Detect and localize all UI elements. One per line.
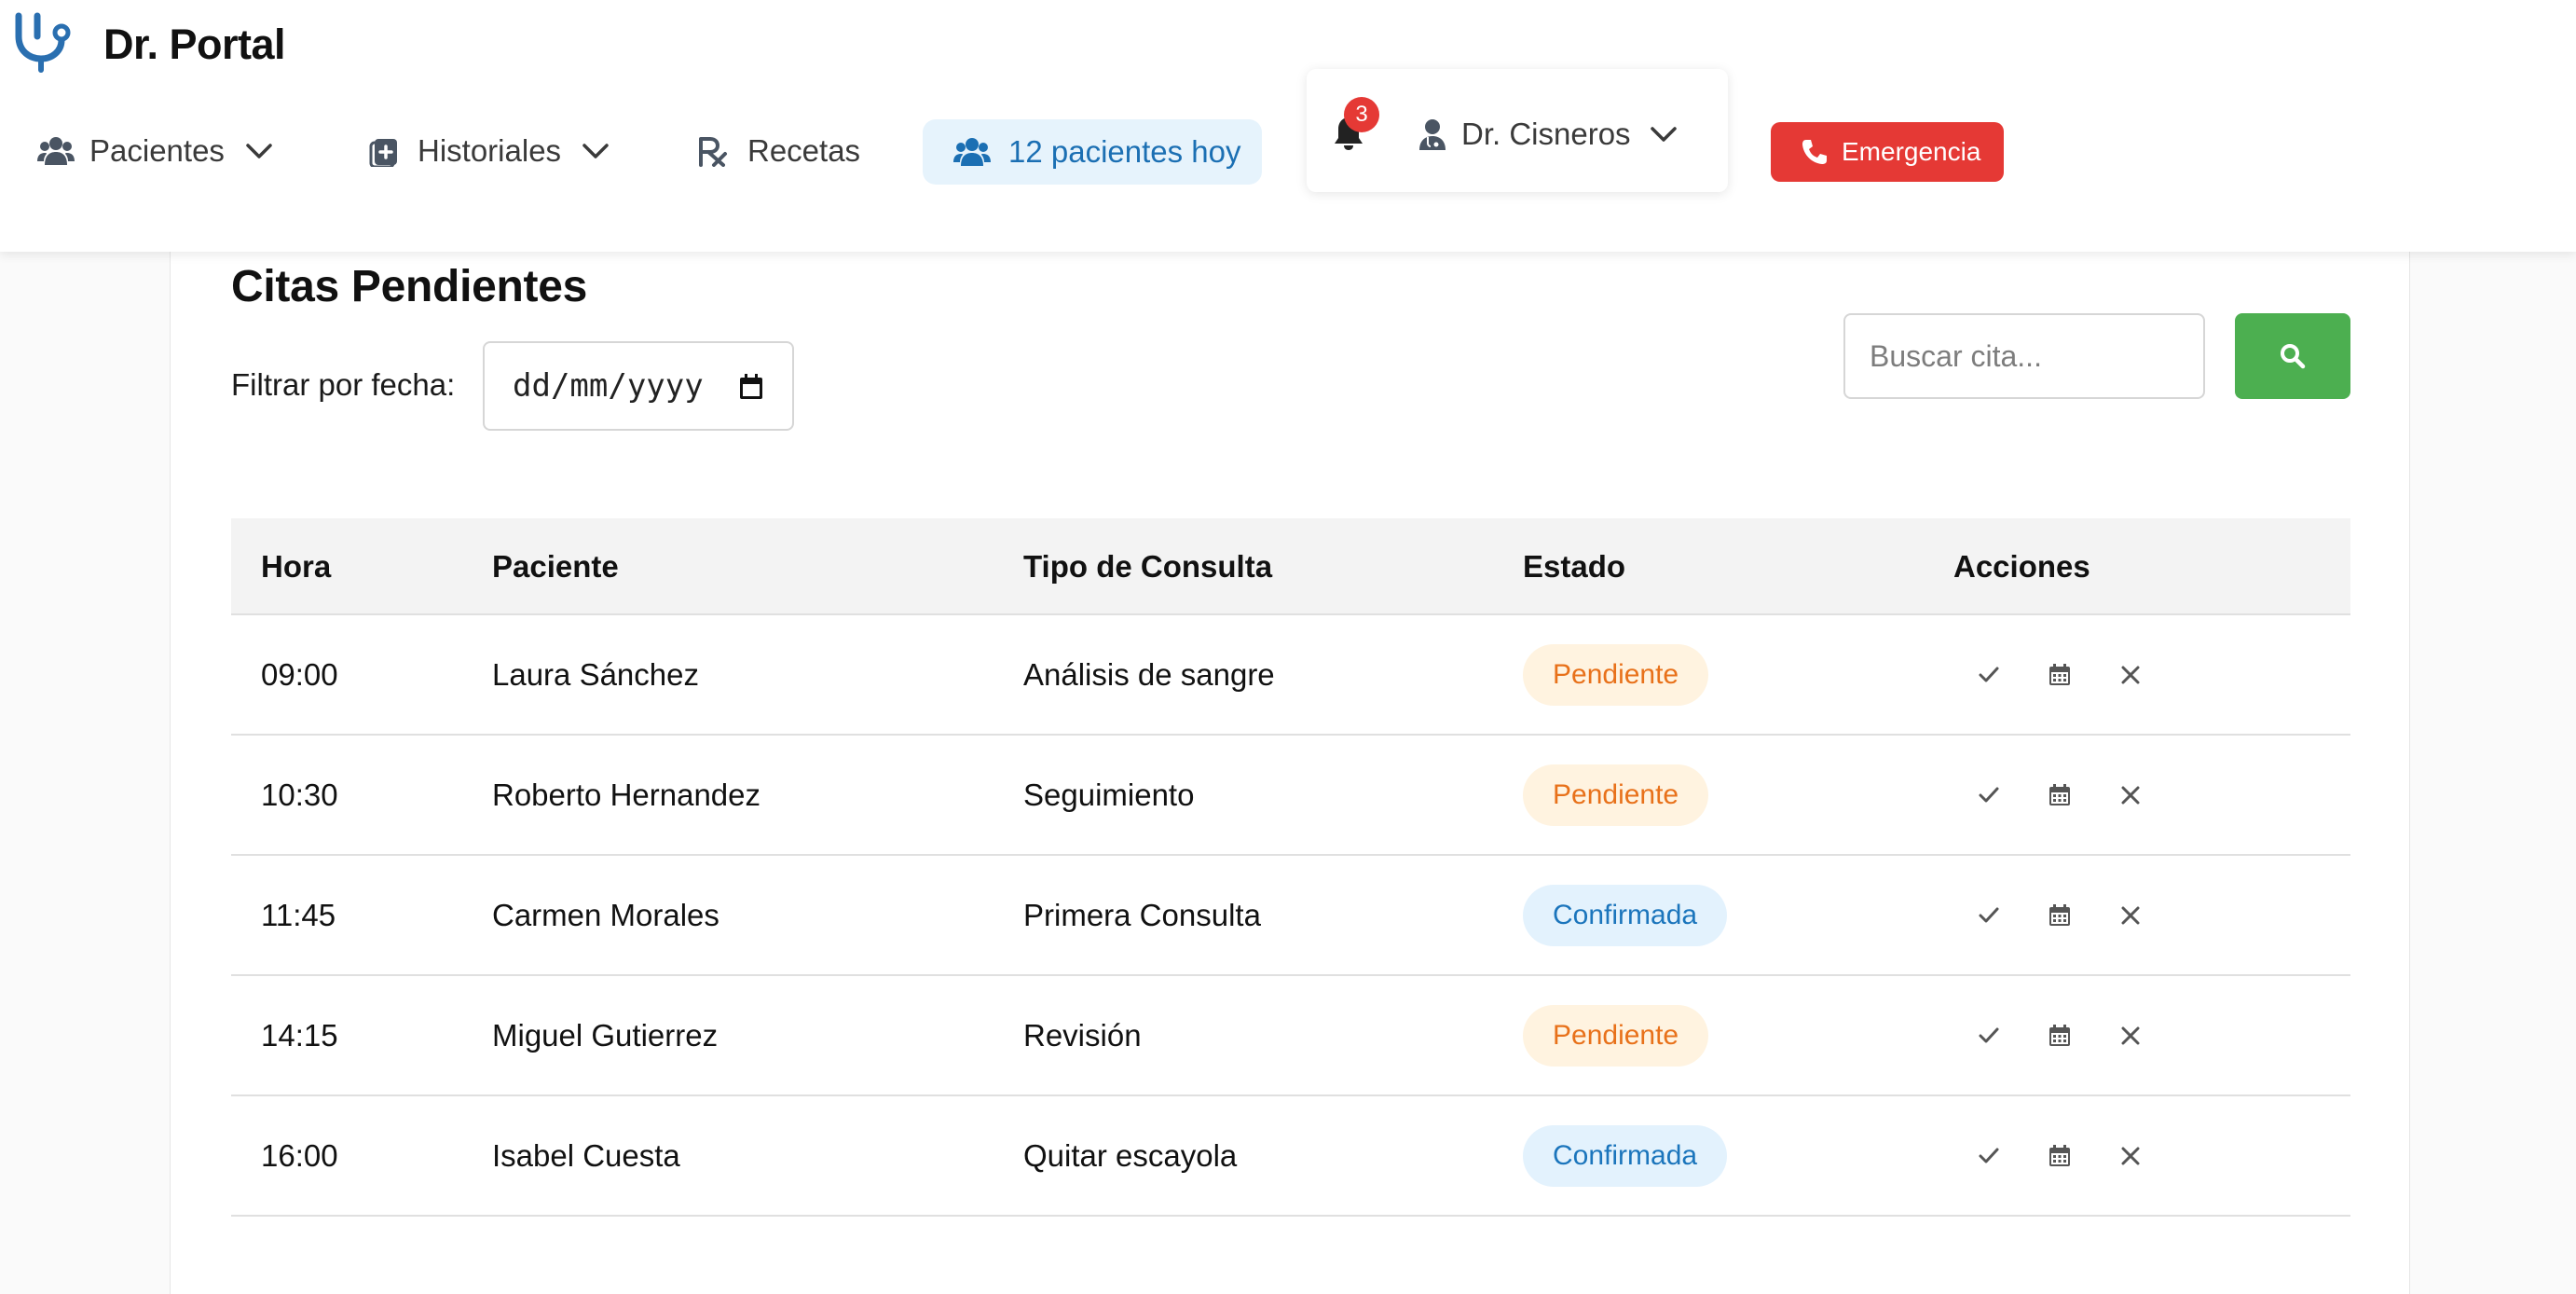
chevron-down-icon — [582, 142, 610, 160]
row-actions — [1970, 615, 2149, 734]
cell-paciente: Isabel Cuesta — [492, 1137, 680, 1173]
appointments-table: Hora Paciente Tipo de Consulta Estado Ac… — [231, 518, 2350, 1217]
calendar-icon[interactable] — [2041, 1137, 2078, 1175]
cell-paciente: Laura Sánchez — [492, 656, 699, 692]
row-actions — [1970, 1096, 2149, 1215]
cell-estado: Confirmada — [1523, 856, 1728, 974]
file-medical-icon — [365, 135, 403, 167]
nav-recetas-label: Recetas — [747, 133, 861, 168]
user-menu[interactable]: Dr. Cisneros — [1418, 108, 1678, 160]
cell-tipo-consulta: Análisis de sangre — [1023, 656, 1275, 692]
emergency-button[interactable]: Emergencia — [1771, 122, 2004, 182]
cell-tipo-consulta: Revisión — [1023, 1017, 1142, 1053]
check-icon[interactable] — [1970, 777, 2007, 814]
table-row: 10:30 Roberto Hernandez Seguimiento Pendien… — [231, 736, 2350, 856]
search-input[interactable]: Buscar cita... — [1843, 313, 2205, 399]
status-badge: Pendiente — [1523, 1004, 1709, 1067]
cell-estado: Confirmada — [1523, 1096, 1728, 1215]
search-placeholder: Buscar cita... — [1870, 338, 2042, 373]
close-icon[interactable] — [2112, 1137, 2149, 1175]
brand-name: Dr. Portal — [103, 21, 286, 68]
check-icon[interactable] — [1970, 1137, 2007, 1175]
cell-estado: Pendiente — [1523, 736, 1709, 854]
chevron-down-icon — [1650, 125, 1678, 144]
cell-paciente: Roberto Hernandez — [492, 777, 761, 812]
cell-estado: Pendiente — [1523, 615, 1709, 734]
users-icon — [37, 135, 75, 167]
brand[interactable]: Dr. Portal — [9, 9, 286, 75]
check-icon[interactable] — [1970, 656, 2007, 694]
table-header: Hora Paciente Tipo de Consulta Estado Ac… — [231, 518, 2350, 615]
emergency-label: Emergencia — [1842, 137, 1981, 166]
cell-tipo-consulta: Primera Consulta — [1023, 897, 1261, 932]
check-icon[interactable] — [1970, 1017, 2007, 1054]
status-badge: Pendiente — [1523, 764, 1709, 826]
nav-pacientes[interactable]: Pacientes — [37, 125, 273, 177]
cell-paciente: Miguel Gutierrez — [492, 1017, 719, 1053]
date-filter-placeholder: dd/mm/yyyy — [513, 367, 704, 405]
prescription-icon — [695, 135, 733, 167]
user-menu-box: 3 Dr. Cisneros — [1307, 69, 1728, 192]
table-row: 09:00 Laura Sánchez Análisis de sangre Pend… — [231, 615, 2350, 736]
column-header-hora: Hora — [261, 549, 332, 584]
row-actions — [1970, 976, 2149, 1094]
column-header-tipo: Tipo de Consulta — [1023, 549, 1273, 584]
status-badge: Confirmada — [1523, 884, 1728, 946]
calendar-icon[interactable] — [2041, 656, 2078, 694]
row-actions — [1970, 736, 2149, 854]
today-patients-pill[interactable]: 12 pacientes hoy — [923, 119, 1262, 185]
check-icon[interactable] — [1970, 897, 2007, 934]
status-badge: Confirmada — [1523, 1124, 1728, 1187]
table-row: 14:15 Miguel Gutierrez Revisión Pendiente — [231, 976, 2350, 1096]
status-badge: Pendiente — [1523, 643, 1709, 706]
table-body: 09:00 Laura Sánchez Análisis de sangre Pend… — [231, 615, 2350, 1217]
date-filter-label: Filtrar por fecha: — [231, 367, 456, 402]
nav-historiales[interactable]: Historiales — [365, 125, 610, 177]
cell-estado: Pendiente — [1523, 976, 1709, 1094]
cell-hora: 10:30 — [261, 777, 338, 812]
users-icon — [952, 136, 992, 168]
top-header: Dr. Portal Pacientes Historiales Recetas… — [0, 0, 2576, 252]
nav-historiales-label: Historiales — [418, 133, 562, 168]
close-icon[interactable] — [2112, 1017, 2149, 1054]
close-icon[interactable] — [2112, 777, 2149, 814]
calendar-icon[interactable] — [2041, 897, 2078, 934]
search-button[interactable] — [2235, 313, 2350, 399]
close-icon[interactable] — [2112, 656, 2149, 694]
column-header-acciones: Acciones — [1953, 549, 2090, 584]
user-doctor-icon — [1418, 118, 1446, 150]
phone-icon — [1801, 138, 1829, 166]
cell-hora: 14:15 — [261, 1017, 338, 1053]
stethoscope-icon — [9, 10, 75, 74]
row-actions — [1970, 856, 2149, 974]
nav-recetas[interactable]: Recetas — [695, 125, 860, 177]
chevron-down-icon — [245, 142, 273, 160]
calendar-icon[interactable] — [2041, 777, 2078, 814]
cell-hora: 16:00 — [261, 1137, 338, 1173]
nav-pacientes-label: Pacientes — [89, 133, 225, 168]
calendar-icon[interactable] — [738, 373, 764, 401]
column-header-paciente: Paciente — [492, 549, 619, 584]
cell-tipo-consulta: Seguimiento — [1023, 777, 1195, 812]
column-header-estado: Estado — [1523, 549, 1626, 584]
table-row: 16:00 Isabel Cuesta Quitar escayola Confirm… — [231, 1096, 2350, 1217]
today-patients-label: 12 pacientes hoy — [1008, 134, 1241, 169]
search-icon — [2280, 343, 2306, 369]
date-filter-input[interactable]: dd/mm/yyyy — [483, 341, 794, 431]
cell-hora: 11:45 — [261, 897, 336, 932]
page-title: Citas Pendientes — [231, 262, 587, 311]
table-row: 11:45 Carmen Morales Primera Consulta Confi… — [231, 856, 2350, 976]
cell-hora: 09:00 — [261, 656, 338, 692]
calendar-icon[interactable] — [2041, 1017, 2078, 1054]
close-icon[interactable] — [2112, 897, 2149, 934]
notification-count-badge: 3 — [1344, 97, 1379, 132]
cell-tipo-consulta: Quitar escayola — [1023, 1137, 1238, 1173]
user-name: Dr. Cisneros — [1461, 117, 1631, 151]
cell-paciente: Carmen Morales — [492, 897, 719, 932]
